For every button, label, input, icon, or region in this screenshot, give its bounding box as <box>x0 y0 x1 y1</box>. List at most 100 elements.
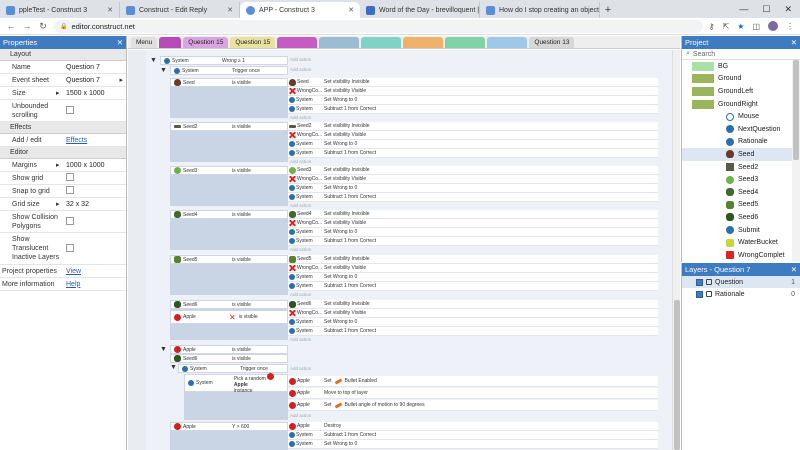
tab-question-15b[interactable]: Question 15 <box>230 36 276 48</box>
close-panel-icon[interactable]: ✕ <box>117 38 123 47</box>
back-arrow-icon[interactable]: ← <box>6 21 16 31</box>
condition-row[interactable]: Seed is visible <box>170 78 288 87</box>
effects-link[interactable]: Effects <box>66 137 87 144</box>
project-item[interactable]: Submit <box>682 224 792 237</box>
expand-icon[interactable]: ▸ <box>56 89 60 97</box>
tab-blue[interactable] <box>487 36 528 48</box>
project-item[interactable]: WaterBucket <box>682 236 792 249</box>
condition-row[interactable]: Seed6 is visible <box>170 354 288 363</box>
browser-tab[interactable]: ppleTest - Construct 3 ✕ <box>0 2 120 18</box>
prop-snap-grid[interactable]: Snap to grid <box>0 185 126 198</box>
condition-row[interactable]: Seed5 is visible <box>170 255 288 264</box>
add-action-link[interactable]: Add action <box>290 159 311 165</box>
action-row[interactable]: Apple Set Bullet Enabled <box>288 376 658 387</box>
prop-margins[interactable]: Margins ▸ 1000 x 1000 <box>0 159 126 172</box>
action-row[interactable]: System Subtract 1 from Correct <box>288 237 658 246</box>
action-row[interactable]: System Subtract 1 from Correct <box>288 149 658 158</box>
prop-show-translucent[interactable]: Show Translucent Inactive Layers <box>0 233 126 265</box>
action-row[interactable]: Apple Move to top of layer <box>288 388 658 399</box>
new-tab-button[interactable]: + <box>600 2 616 18</box>
project-item[interactable]: GroundLeft <box>682 85 792 98</box>
unbounded-checkbox[interactable] <box>66 105 74 114</box>
project-item[interactable]: Seed4 <box>682 186 792 199</box>
add-action-link[interactable]: Add action <box>290 413 311 419</box>
action-row[interactable]: WrongCo... Set visibility Visible <box>288 175 658 184</box>
close-panel-icon[interactable]: ✕ <box>791 38 797 47</box>
project-item[interactable]: Seed3 <box>682 173 792 186</box>
layer-visible-checkbox[interactable] <box>696 290 703 298</box>
snap-grid-checkbox[interactable] <box>66 186 74 194</box>
event-sheet-scrollbar[interactable] <box>672 50 680 450</box>
add-action-link[interactable]: Add action <box>290 67 311 73</box>
condition-row[interactable]: System Trigger once <box>170 66 288 75</box>
minimize-button[interactable]: — <box>739 4 748 14</box>
browser-tab[interactable]: Construct - Edit Reply ✕ <box>120 2 240 18</box>
layer-row[interactable]: Rationale 0 <box>682 288 800 300</box>
project-item[interactable]: BG <box>682 60 792 73</box>
layer-row[interactable]: Question 1 <box>682 276 800 288</box>
tab-grey[interactable] <box>319 36 360 48</box>
project-item[interactable]: Seed <box>682 148 792 161</box>
project-item[interactable]: WrongComplet <box>682 249 792 262</box>
action-row[interactable]: WrongCo... Set visibility Visible <box>288 87 658 96</box>
project-item[interactable]: GroundRight <box>682 98 792 111</box>
action-row[interactable]: System Subtract 1 from Correct <box>288 327 658 336</box>
project-item[interactable]: Seed2 <box>682 161 792 174</box>
star-icon[interactable]: ★ <box>737 22 744 31</box>
layer-visible-checkbox[interactable] <box>696 278 703 286</box>
project-scrollbar[interactable] <box>792 60 800 262</box>
url-field[interactable]: 🔒 editor.construct.net <box>54 19 703 33</box>
prop-grid-size[interactable]: Grid size ▸ 32 x 32 <box>0 198 126 211</box>
action-row[interactable]: System Set Wrong to 0 <box>288 440 658 449</box>
tab-dark[interactable] <box>159 36 182 48</box>
lock-icon[interactable] <box>706 279 712 285</box>
tab-question-15[interactable]: Question 15 <box>183 36 229 48</box>
expand-icon[interactable]: ▸ <box>56 200 60 208</box>
close-window-button[interactable]: ✕ <box>784 4 792 15</box>
add-action-link[interactable]: Add action <box>290 115 311 121</box>
add-action-link[interactable]: Add action <box>290 247 311 253</box>
avatar[interactable] <box>768 21 778 31</box>
add-action-link[interactable]: Add action <box>290 203 311 209</box>
tab-question-13[interactable]: Question 13 <box>529 36 575 48</box>
prop-add-edit[interactable]: Add / edit Effects <box>0 134 126 147</box>
close-tab-icon[interactable]: ✕ <box>348 6 354 14</box>
key-icon[interactable]: ⚷ <box>709 22 715 31</box>
event-sheet[interactable]: ▼ System Wrong ≥ 1 Add action ▼ System T… <box>128 50 672 450</box>
lock-icon[interactable] <box>706 291 712 297</box>
expand-arrow-icon[interactable]: ▼ <box>170 364 177 371</box>
action-row[interactable]: Seed2 Set visibility Invisible <box>288 122 658 131</box>
action-row[interactable]: System Set Wrong to 0 <box>288 96 658 105</box>
action-row[interactable]: Apple Destroy <box>288 422 658 431</box>
project-search[interactable]: ⌕ Search <box>682 49 800 60</box>
action-row[interactable]: System Set Wrong to 0 <box>288 140 658 149</box>
project-item[interactable]: Rationale <box>682 136 792 149</box>
action-row[interactable]: Seed6 Set visibility Invisible <box>288 300 658 309</box>
action-row[interactable]: WrongCo... Set visibility Visible <box>288 264 658 273</box>
project-item[interactable]: Mouse <box>682 110 792 123</box>
forward-arrow-icon[interactable]: → <box>22 21 32 31</box>
scroll-thumb[interactable] <box>793 60 799 160</box>
prop-show-grid[interactable]: Show grid <box>0 172 126 185</box>
action-row[interactable]: WrongCo... Set visibility Visible <box>288 309 658 318</box>
tab-teal[interactable] <box>361 36 402 48</box>
condition-row[interactable]: System Wrong ≥ 1 <box>160 56 288 65</box>
condition-row[interactable]: Seed2 is visible <box>170 122 288 131</box>
add-action-link[interactable]: Add action <box>290 292 311 298</box>
project-item[interactable]: Seed5 <box>682 199 792 212</box>
add-action-link[interactable]: Add action <box>290 366 311 372</box>
project-item[interactable]: NextQuestion <box>682 123 792 136</box>
expand-icon[interactable]: ▸ <box>56 161 60 169</box>
action-row[interactable]: System Set Wrong to 0 <box>288 318 658 327</box>
action-row[interactable]: WrongCo... Set visibility Visible <box>288 219 658 228</box>
prop-unbounded[interactable]: Unbounded scrolling <box>0 100 126 122</box>
project-item[interactable]: Seed6 <box>682 211 792 224</box>
tab-menu[interactable]: Menu <box>131 36 158 48</box>
close-tab-icon[interactable]: ✕ <box>227 6 233 14</box>
collision-checkbox[interactable] <box>66 216 74 225</box>
condition-row[interactable]: Seed4 is visible <box>170 210 288 219</box>
condition-row[interactable]: Apple Y > 600 <box>170 422 288 431</box>
browser-tab[interactable]: Word of the Day - brevilloquent |✕ <box>360 2 480 18</box>
action-row[interactable]: Seed4 Set visibility Invisible <box>288 210 658 219</box>
action-row[interactable]: System Set Wrong to 0 <box>288 273 658 282</box>
